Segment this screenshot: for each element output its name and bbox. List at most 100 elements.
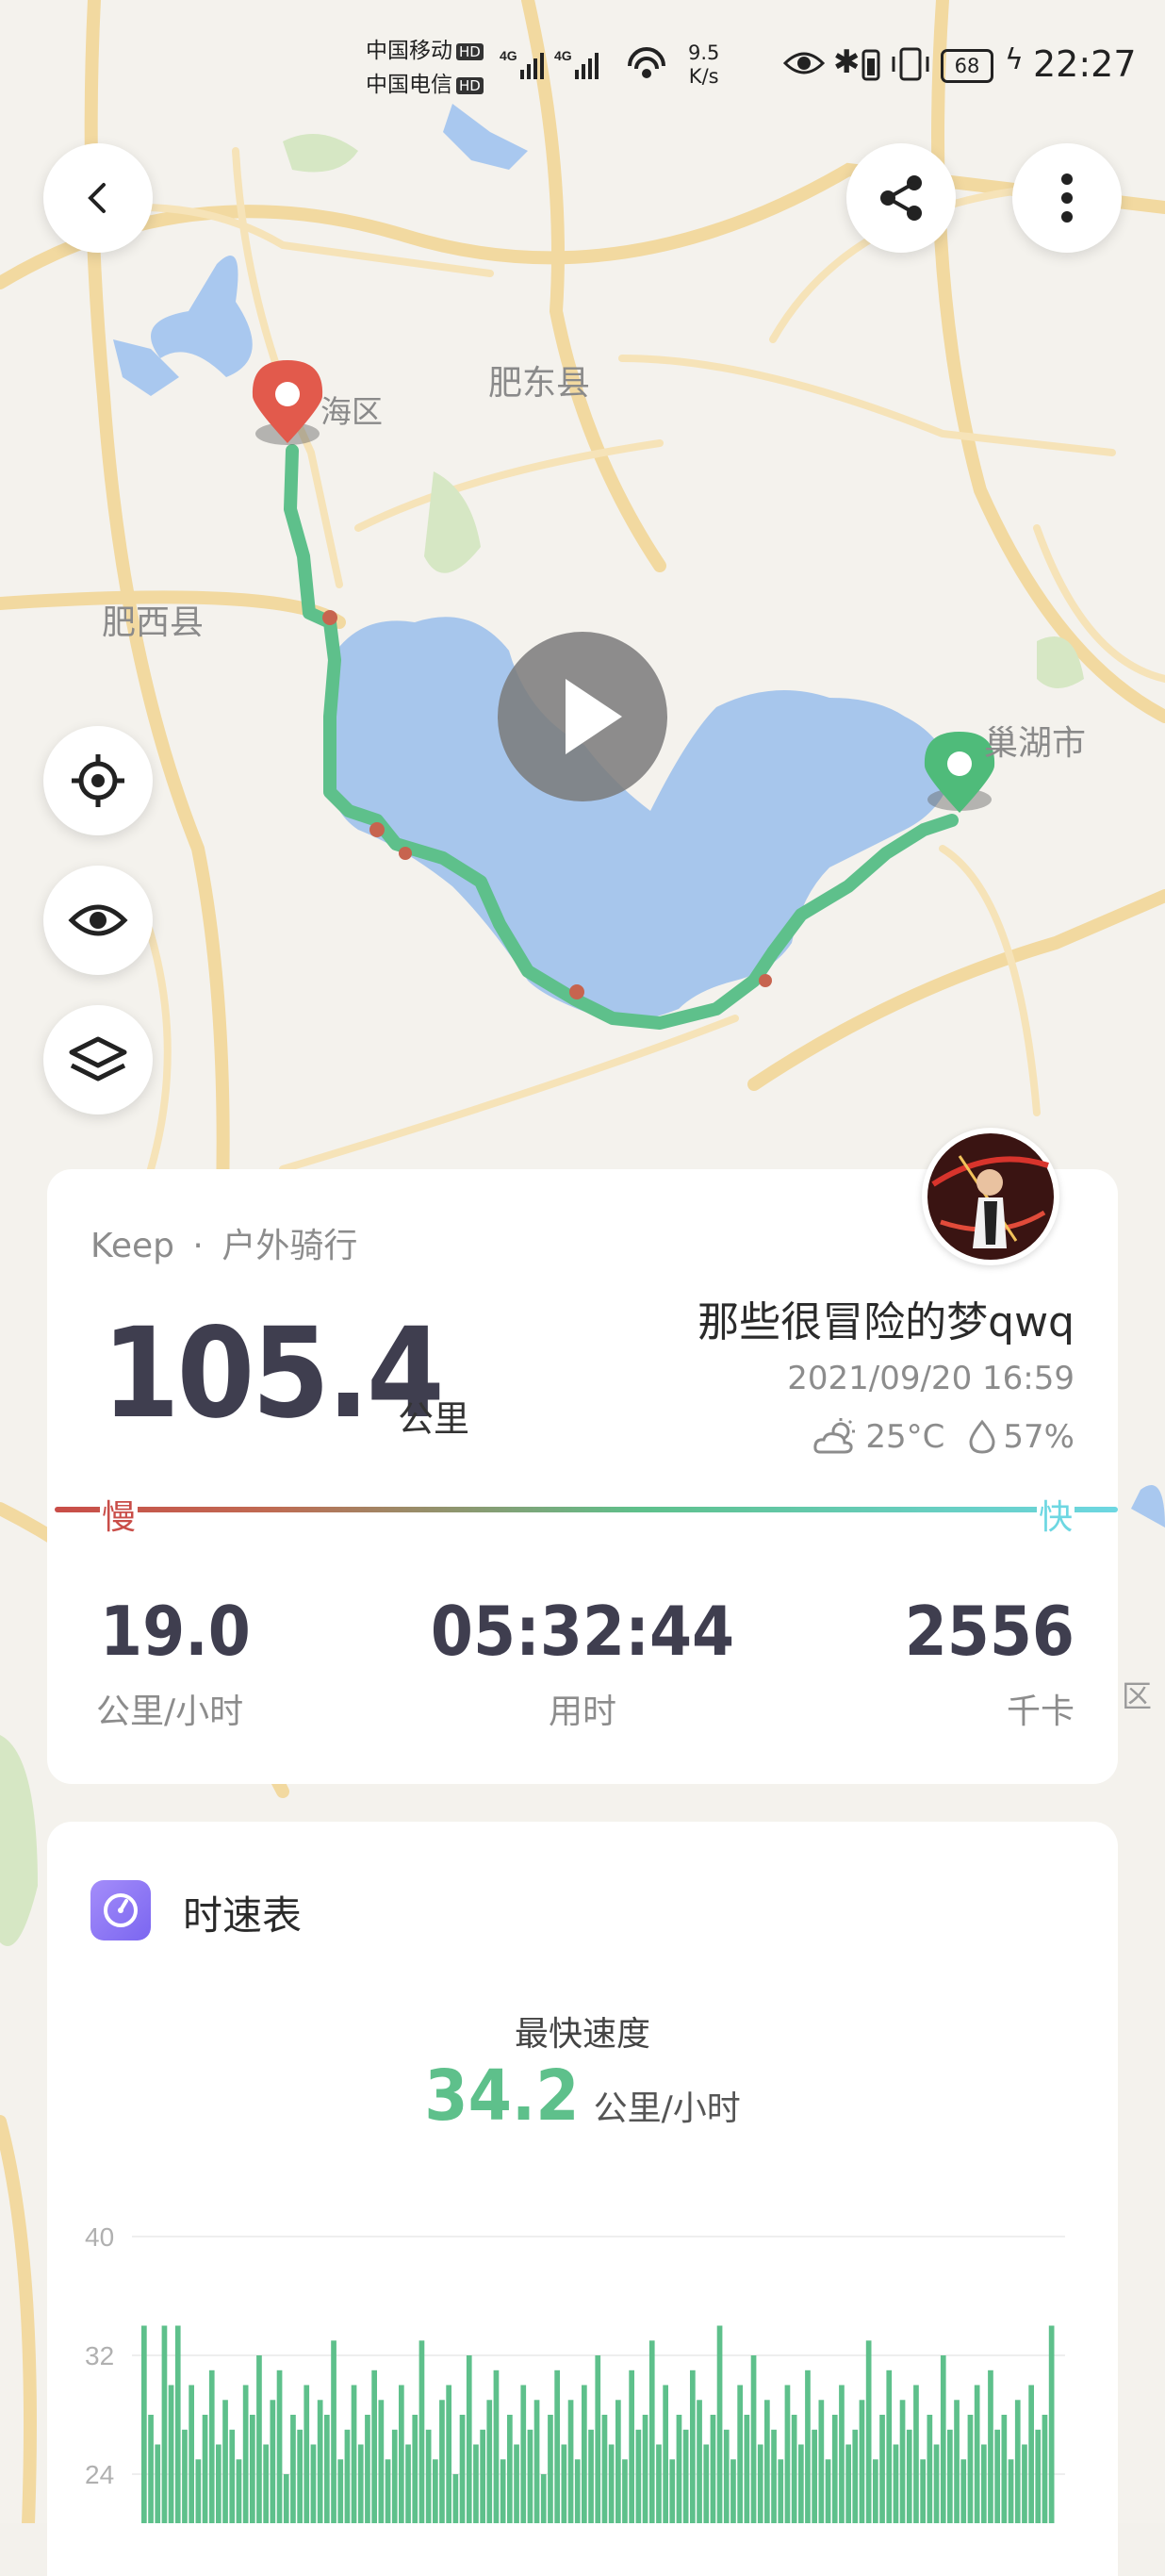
speed-bar — [933, 2444, 940, 2523]
more-vertical-icon — [1061, 173, 1073, 223]
speed-bar — [852, 2429, 859, 2523]
replay-play-button[interactable] — [498, 632, 667, 801]
speed-bar — [527, 2429, 533, 2523]
speed-bar — [520, 2385, 527, 2523]
share-button[interactable] — [846, 143, 956, 253]
chart-y-tick-label: 24 — [85, 2460, 114, 2489]
speed-bar — [1028, 2385, 1034, 2523]
speed-bar — [947, 2429, 953, 2523]
speed-bar — [737, 2385, 743, 2523]
calories-value: 2556 — [904, 1592, 1075, 1671]
activity-datetime: 2021/09/20 16:59 — [787, 1360, 1075, 1397]
speed-bar — [825, 2459, 831, 2523]
source-separator: · — [192, 1227, 204, 1265]
map-layers-button[interactable] — [43, 1005, 153, 1115]
crosshair-icon — [72, 754, 124, 807]
visibility-toggle-button[interactable] — [43, 866, 153, 975]
speed-bar — [798, 2444, 804, 2523]
source-app: Keep — [90, 1227, 174, 1265]
back-button[interactable] — [43, 143, 153, 253]
speed-bar — [365, 2415, 370, 2523]
speed-bar — [405, 2444, 411, 2523]
speed-bar — [1001, 2415, 1008, 2523]
speed-bar — [845, 2444, 851, 2523]
speed-bar — [974, 2385, 980, 2523]
network-speed: 9.5 K/s — [688, 41, 719, 89]
battery-level: 68 — [941, 49, 993, 83]
speedometer-title: 时速表 — [183, 1892, 303, 1939]
speed-bar — [351, 2385, 357, 2523]
speed-bar — [195, 2459, 202, 2523]
speed-bar — [148, 2415, 154, 2523]
speed-bar — [242, 2385, 249, 2523]
speed-bar — [676, 2415, 682, 2523]
speed-bar — [433, 2459, 438, 2523]
speed-bar — [764, 2400, 770, 2523]
more-options-button[interactable] — [1012, 143, 1122, 253]
eye-icon — [68, 904, 128, 936]
locate-button[interactable] — [43, 726, 153, 835]
hd-badge-2: HD — [456, 76, 484, 94]
start-pin-icon — [252, 360, 323, 445]
speed-bar — [141, 2325, 147, 2523]
speed-bar — [629, 2370, 634, 2523]
speed-gradient-bar — [55, 1507, 1118, 1512]
slow-label: 慢 — [100, 1490, 139, 1539]
speed-bar — [540, 2474, 547, 2523]
layers-icon — [69, 1036, 127, 1082]
speed-bar — [601, 2415, 608, 2523]
speed-bar — [236, 2459, 242, 2523]
eye-comfort-icon — [782, 52, 826, 74]
speed-bar — [567, 2400, 574, 2523]
speed-bar — [1042, 2415, 1048, 2523]
speed-bar — [452, 2474, 459, 2523]
speed-bar — [459, 2415, 466, 2523]
carrier-2: 中国电信 — [366, 73, 452, 97]
speed-bar — [371, 2370, 377, 2523]
speed-bar — [168, 2385, 174, 2523]
speed-bar — [622, 2459, 628, 2523]
speed-bar — [216, 2444, 222, 2523]
speed-bar — [812, 2429, 817, 2523]
speed-bar — [399, 2385, 404, 2523]
speed-bar — [771, 2429, 777, 2523]
speed-bar — [493, 2370, 500, 2523]
user-avatar[interactable] — [922, 1128, 1059, 1265]
carrier-1: 中国移动 — [366, 39, 452, 63]
speed-bar — [161, 2325, 168, 2523]
avg-speed-label: 公里/小时 — [96, 1693, 244, 1731]
speed-bar — [276, 2370, 283, 2523]
activity-type: 户外骑行 — [222, 1227, 358, 1265]
total-distance: 105.4 — [102, 1301, 445, 1446]
speed-bar — [357, 2444, 364, 2523]
speed-bar — [1035, 2429, 1042, 2523]
map-label-district: 海区 — [320, 394, 383, 429]
speed-bar — [317, 2400, 323, 2523]
user-name[interactable]: 那些很冒险的梦qwq — [697, 1288, 1075, 1348]
speed-bar — [548, 2415, 553, 2523]
duration-label: 用时 — [548, 1693, 616, 1731]
speed-bar — [757, 2444, 763, 2523]
max-speed-value: 34.2 — [424, 2056, 580, 2137]
carrier-info: 中国移动 HD 中国电信 HD — [366, 34, 484, 102]
speed-bar — [174, 2325, 181, 2523]
gauge-icon — [104, 1893, 138, 1927]
wifi-icon — [628, 47, 665, 78]
speed-bar — [906, 2429, 912, 2523]
speed-bar — [913, 2385, 919, 2523]
distance-unit: 公里 — [398, 1398, 470, 1440]
speed-bar — [473, 2444, 479, 2523]
speed-bar — [500, 2459, 506, 2523]
speed-bar — [189, 2385, 194, 2523]
speed-bar — [805, 2370, 811, 2523]
avatar-image — [927, 1133, 1054, 1260]
speed-bar — [202, 2415, 208, 2523]
speed-bar — [954, 2400, 960, 2523]
speed-bar — [716, 2325, 723, 2523]
speed-bar — [730, 2459, 736, 2523]
speed-bar — [290, 2415, 296, 2523]
weather-info: 25°C 57% — [812, 1418, 1075, 1456]
speed-bar — [229, 2429, 236, 2523]
speed-bar — [304, 2385, 310, 2523]
speed-bar — [703, 2444, 710, 2523]
